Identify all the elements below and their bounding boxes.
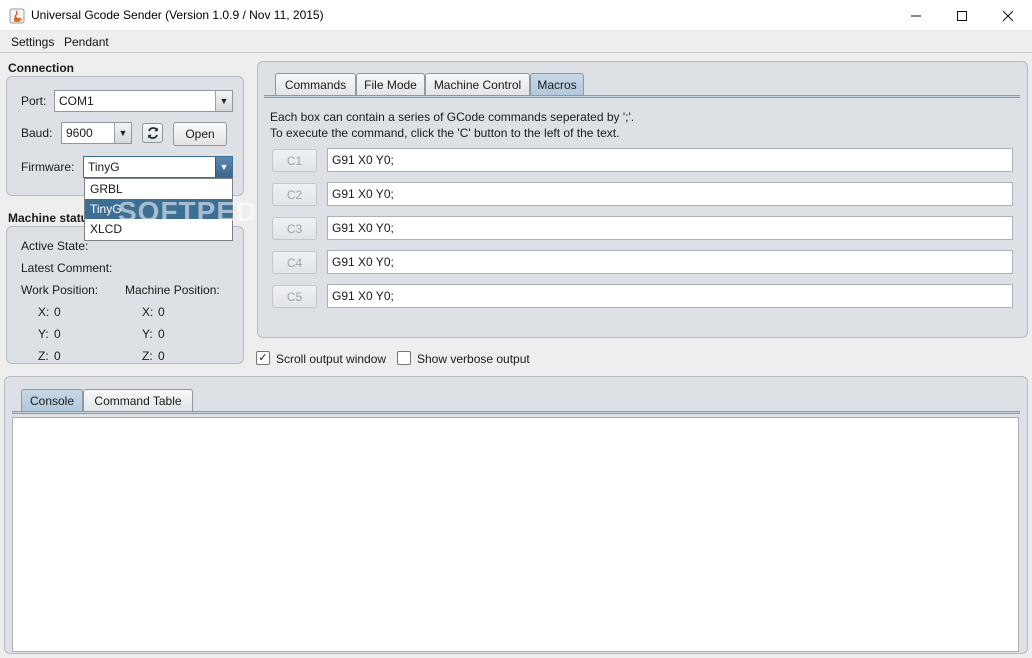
machine-y-label: Y: [142,327,153,341]
tab-machine-control[interactable]: Machine Control [425,73,530,95]
macros-help-line-1: Each box can contain a series of GCode c… [270,110,635,124]
macro-button-c3[interactable]: C3 [272,217,317,240]
maximize-icon [957,10,967,21]
close-icon [1002,10,1014,21]
tab-file-mode[interactable]: File Mode [356,73,425,95]
open-button[interactable]: Open [173,122,227,146]
work-z-value: 0 [54,349,61,363]
machine-position-label: Machine Position: [125,283,220,297]
baud-combo[interactable]: 9600 ▼ [61,122,132,144]
maximize-button[interactable] [939,0,985,31]
work-z-label: Z: [38,349,49,363]
connection-title: Connection [8,61,74,75]
machine-x-value: 0 [158,305,165,319]
firmware-combo[interactable]: TinyG ▼ [83,156,233,178]
work-x-label: X: [38,305,50,319]
menu-pendant[interactable]: Pendant [64,35,109,49]
macros-help-line-2: To execute the command, click the 'C' bu… [270,126,620,140]
work-position-label: Work Position: [21,283,99,297]
macro-field-1[interactable]: G91 X0 Y0; [327,148,1013,172]
macro-button-c5[interactable]: C5 [272,285,317,308]
tab-command-table[interactable]: Command Table [83,389,193,411]
verbose-output-checkbox[interactable] [397,351,411,365]
refresh-ports-button[interactable] [142,123,163,143]
firmware-label: Firmware: [21,160,75,174]
macro-field-5[interactable]: G91 X0 Y0; [327,284,1013,308]
macro-button-c2[interactable]: C2 [272,183,317,206]
menu-settings[interactable]: Settings [11,35,54,49]
verbose-output-label: Show verbose output [417,352,530,366]
machine-x-label: X: [142,305,154,319]
window-title: Universal Gcode Sender (Version 1.0.9 / … [31,8,324,22]
work-x-value: 0 [54,305,61,319]
tab-strip-divider [264,95,1020,98]
baud-value: 9600 [66,126,93,140]
macro-field-2[interactable]: G91 X0 Y0; [327,182,1013,206]
macro-button-c4[interactable]: C4 [272,251,317,274]
baud-label: Baud: [21,126,53,140]
minimize-icon [911,15,921,16]
port-combo[interactable]: COM1 ▼ [54,90,233,112]
title-bar: Universal Gcode Sender (Version 1.0.9 / … [0,0,1032,31]
machine-z-label: Z: [142,349,153,363]
refresh-icon [147,127,158,139]
tab-commands[interactable]: Commands [275,73,356,95]
port-value: COM1 [59,94,94,108]
port-label: Port: [21,94,47,108]
work-y-value: 0 [54,327,61,341]
machine-y-value: 0 [158,327,165,341]
chevron-down-icon[interactable]: ▼ [114,123,131,143]
machine-status-title: Machine status [8,211,88,225]
tab-console[interactable]: Console [21,389,83,411]
macro-button-c1[interactable]: C1 [272,149,317,172]
chevron-down-icon[interactable]: ▼ [215,91,232,111]
chevron-down-icon[interactable]: ▼ [215,157,232,177]
machine-z-value: 0 [158,349,165,363]
firmware-value: TinyG [88,160,120,174]
menu-bar: Settings Pendant [0,31,1032,53]
macro-field-4[interactable]: G91 X0 Y0; [327,250,1013,274]
minimize-button[interactable] [893,0,939,31]
scroll-output-label: Scroll output window [276,352,387,366]
active-state-label: Active State: [21,239,89,253]
console-output[interactable] [12,417,1019,652]
latest-comment-label: Latest Comment: [21,261,113,275]
tab-macros[interactable]: Macros [530,73,584,95]
checkmark-icon: ✓ [258,351,268,364]
work-y-label: Y: [38,327,49,341]
console-tab-divider [12,411,1020,414]
java-app-icon [9,8,25,24]
scroll-output-checkbox[interactable]: ✓ [256,351,270,365]
close-button[interactable] [985,0,1031,31]
macro-field-3[interactable]: G91 X0 Y0; [327,216,1013,240]
